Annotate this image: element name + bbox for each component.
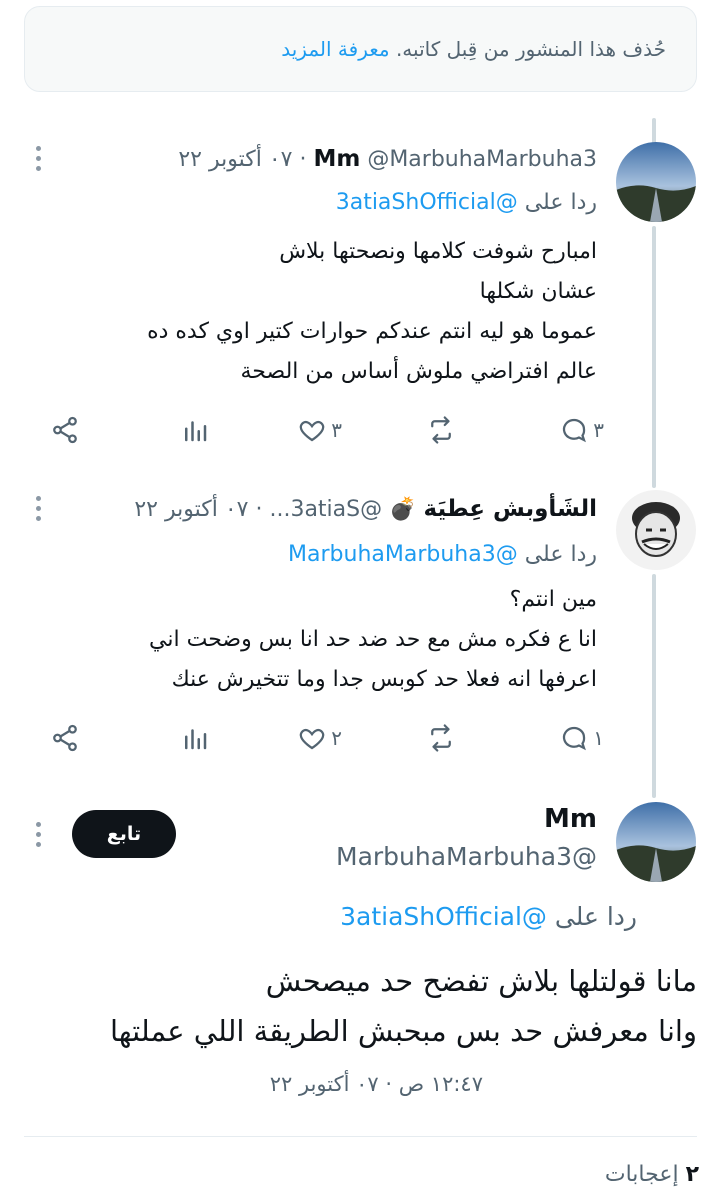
follow-button[interactable]: تابع xyxy=(72,810,176,858)
author-handle[interactable]: @MarbuhaMarbuha3 xyxy=(367,147,597,172)
reply-body: امبارح شوفت كلامها ونصحتها بلاش عشان شكل… xyxy=(147,232,597,392)
deleted-notice-text: حُذف هذا المنشور من قِبل كاتبه. xyxy=(389,37,666,61)
share-icon xyxy=(53,416,77,444)
body-line: مين انتم؟ xyxy=(509,587,597,612)
divider xyxy=(24,1136,697,1137)
retweet-button[interactable] xyxy=(426,718,456,758)
vertical-dots-icon[interactable] xyxy=(36,822,42,852)
like-button[interactable]: ٣ xyxy=(297,410,342,450)
retweet-button[interactable] xyxy=(426,410,456,450)
author-handle[interactable]: @MarbuhaMarbuha3 xyxy=(336,842,597,871)
reply-body: مين انتم؟ انا ع فكره مش مع حد ضد حد انا … xyxy=(149,580,597,700)
heart-icon xyxy=(300,728,325,750)
action-bar: ١ ٢ xyxy=(44,718,604,758)
avatar[interactable] xyxy=(616,490,696,570)
post-date[interactable]: · ٠٧ أكتوبر ٢٢ xyxy=(178,147,306,172)
likes-count: ٢ xyxy=(685,1162,699,1187)
heart-icon xyxy=(300,420,325,442)
reply-context: ردا على @3atiaShOfficial xyxy=(340,902,637,931)
like-button[interactable]: ٢ xyxy=(297,718,342,758)
share-button[interactable] xyxy=(50,718,80,758)
views-button[interactable] xyxy=(180,718,210,758)
reply-count: ١ xyxy=(593,726,604,750)
bomb-emoji: 💣 xyxy=(389,497,417,522)
reply-handle-link[interactable]: @3atiaShOfficial xyxy=(340,902,547,931)
reply-prefix: ردا على xyxy=(546,902,637,931)
reply-button[interactable]: ١ xyxy=(559,718,604,758)
share-icon xyxy=(53,724,77,752)
speech-bubble-icon xyxy=(563,418,587,443)
body-line: عموما هو ليه انتم عندكم حوارات كتير اوي … xyxy=(147,319,597,344)
like-count: ٣ xyxy=(331,418,342,442)
thread-line xyxy=(652,574,656,798)
reply-handle-link[interactable]: @MarbuhaMarbuha3 xyxy=(288,542,518,567)
bar-chart-icon xyxy=(185,421,207,442)
likes-label: إعجابات xyxy=(604,1162,686,1187)
share-button[interactable] xyxy=(50,410,80,450)
author-handle[interactable]: @3atiaS... xyxy=(269,497,382,522)
action-bar: ٣ ٣ xyxy=(44,410,604,450)
deleted-post-notice: حُذف هذا المنشور من قِبل كاتبه. معرفة ال… xyxy=(24,6,697,92)
body-line: وانا معرفش حد بس مبحبش الطريقة اللي عملت… xyxy=(109,1014,697,1048)
body-line: عشان شكلها xyxy=(479,279,597,304)
learn-more-link[interactable]: معرفة المزيد xyxy=(281,37,389,61)
reply-handle-link[interactable]: @3atiaShOfficial xyxy=(336,190,518,215)
author-name[interactable]: Mm xyxy=(544,804,597,834)
body-line: مانا قولتلها بلاش تفضح حد ميصحش xyxy=(265,964,697,998)
author-name[interactable]: الشَأوبش عِطيَة xyxy=(424,496,597,522)
likes-summary[interactable]: ٢ إعجابات xyxy=(605,1162,699,1187)
body-line: انا ع فكره مش مع حد ضد حد انا بس وضحت ان… xyxy=(149,627,597,652)
tweet-body: مانا قولتلها بلاش تفضح حد ميصحش وانا معر… xyxy=(110,956,697,1056)
reply-context: ردا على @3atiaShOfficial xyxy=(336,190,597,215)
reply-button[interactable]: ٣ xyxy=(559,410,604,450)
body-line: عالم افتراضي ملوش أساس من الصحة xyxy=(240,359,598,384)
post-date[interactable]: · ٠٧ أكتوبر ٢٢ xyxy=(134,497,262,522)
author-name[interactable]: Mm xyxy=(313,146,360,172)
reply-prefix: ردا على xyxy=(517,190,597,215)
speech-bubble-icon xyxy=(563,726,587,751)
tweet-timestamp[interactable]: ١٢:٤٧ ص · ٠٧ أكتوبر ٢٢ xyxy=(270,1072,483,1096)
body-line: اعرفها انه فعلا حد كوبس جدا وما تتخيرش ع… xyxy=(171,667,597,692)
reply-context: ردا على @MarbuhaMarbuha3 xyxy=(288,542,597,567)
vertical-dots-icon[interactable] xyxy=(36,146,42,176)
reply-count: ٣ xyxy=(593,418,604,442)
retweet-icon xyxy=(431,416,451,444)
avatar[interactable] xyxy=(616,802,696,882)
views-button[interactable] xyxy=(180,410,210,450)
reply-prefix: ردا على xyxy=(517,542,597,567)
reply-header: الشَأوبش عِطيَة 💣 @3atiaS... · ٠٧ أكتوبر… xyxy=(134,496,597,522)
retweet-icon xyxy=(431,724,451,752)
vertical-dots-icon[interactable] xyxy=(36,496,42,526)
reply-header: Mm @MarbuhaMarbuha3 · ٠٧ أكتوبر ٢٢ xyxy=(178,146,597,172)
body-line: امبارح شوفت كلامها ونصحتها بلاش xyxy=(279,239,597,264)
like-count: ٢ xyxy=(331,726,342,750)
thread-line xyxy=(652,226,656,488)
avatar[interactable] xyxy=(616,142,696,222)
bar-chart-icon xyxy=(185,729,207,750)
